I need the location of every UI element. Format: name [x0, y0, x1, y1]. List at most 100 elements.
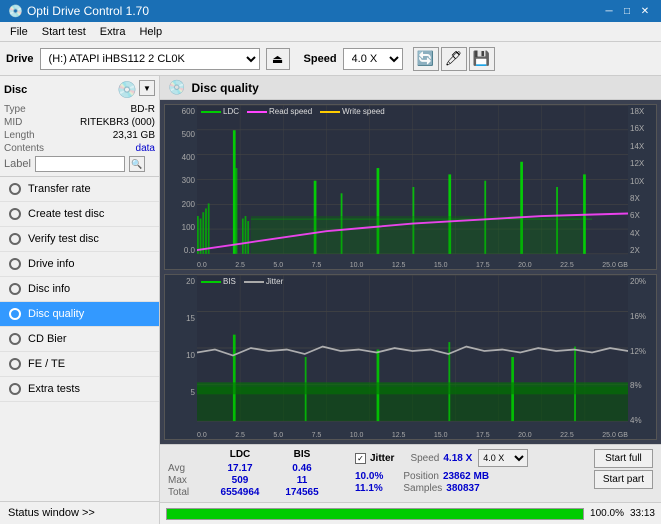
sidebar-item-create-test-disc[interactable]: Create test disc: [0, 202, 159, 227]
edit-button[interactable]: 🖊: [441, 47, 467, 71]
verify-test-disc-icon: [8, 232, 22, 246]
create-test-disc-icon: [8, 207, 22, 221]
write-speed-legend-dot: [320, 111, 340, 113]
drive-label: Drive: [6, 53, 34, 65]
speed-value: 4.18 X: [443, 453, 472, 464]
drive-select[interactable]: (H:) ATAPI iHBS112 2 CL0K: [40, 48, 260, 70]
save-button[interactable]: 💾: [469, 47, 495, 71]
jitter-legend-dot: [244, 281, 264, 283]
speed-label: Speed: [304, 53, 337, 65]
menu-extra[interactable]: Extra: [94, 24, 132, 40]
sidebar-item-verify-test-disc[interactable]: Verify test disc: [0, 227, 159, 252]
sidebar-item-extra-tests[interactable]: Extra tests: [0, 377, 159, 402]
start-full-button[interactable]: Start full: [594, 449, 653, 468]
minimize-button[interactable]: ─: [601, 3, 617, 19]
disc-quality-icon: [8, 307, 22, 321]
titlebar-controls: ─ □ ✕: [601, 3, 653, 19]
create-test-disc-label: Create test disc: [28, 208, 104, 220]
sidebar-item-disc-quality[interactable]: Disc quality: [0, 302, 159, 327]
disc-panel: Disc 💿 ▼ Type BD-R MID RITEKBR3 (000) Le…: [0, 76, 159, 177]
samples-row: Samples 380837: [403, 483, 489, 494]
disc-type-row: Type BD-R: [4, 104, 155, 115]
label-browse-button[interactable]: 🔍: [129, 156, 145, 172]
jitter-col-header: Jitter: [370, 453, 394, 464]
max-jitter: 11.1%: [355, 483, 383, 494]
menu-help[interactable]: Help: [133, 24, 168, 40]
bis-legend-dot: [201, 281, 221, 283]
disc-info-button[interactable]: ▼: [139, 80, 155, 96]
jitter-checkbox[interactable]: ✓: [355, 453, 366, 464]
drivebar: Drive (H:) ATAPI iHBS112 2 CL0K ⏏ Speed …: [0, 42, 661, 76]
contents-label: Contents: [4, 143, 44, 154]
chart-header: 💿 Disc quality: [160, 76, 661, 100]
ldc-col-header: LDC: [215, 449, 265, 460]
jitter-stats-rows: 10.0% 11.1% Position 23862 MB Samples 38…: [355, 471, 528, 494]
progress-bar-area: 100.0% 33:13: [160, 502, 661, 524]
disc-title: Disc: [4, 84, 27, 96]
sidebar-status: Status window >>: [0, 501, 159, 524]
jitter-legend: Jitter: [244, 277, 283, 286]
total-row: Total 6554964 174565: [168, 487, 327, 498]
bis-col-header: BIS: [277, 449, 327, 460]
avg-ldc: 17.17: [215, 463, 265, 474]
disc-mid-row: MID RITEKBR3 (000): [4, 117, 155, 128]
main-layout: Disc 💿 ▼ Type BD-R MID RITEKBR3 (000) Le…: [0, 76, 661, 524]
position-label: Position: [403, 471, 439, 482]
eject-button[interactable]: ⏏: [266, 48, 290, 70]
sidebar: Disc 💿 ▼ Type BD-R MID RITEKBR3 (000) Le…: [0, 76, 160, 524]
label-input[interactable]: [35, 156, 125, 172]
bis-legend-label: BIS: [223, 277, 236, 286]
app-icon: 💿: [8, 4, 23, 18]
top-chart: 600 500 400 300 200 100 0.0 LDC: [164, 104, 657, 270]
bis-legend: BIS: [201, 277, 236, 286]
sidebar-item-transfer-rate[interactable]: Transfer rate: [0, 177, 159, 202]
toolbar-buttons: 🔄 🖊 💾: [413, 47, 495, 71]
close-button[interactable]: ✕: [637, 3, 653, 19]
total-bis: 174565: [277, 487, 327, 498]
mid-value: RITEKBR3 (000): [80, 117, 155, 128]
speed-select[interactable]: 4.0 X: [343, 48, 403, 70]
menu-file[interactable]: File: [4, 24, 34, 40]
write-speed-legend: Write speed: [320, 107, 385, 116]
start-part-button[interactable]: Start part: [594, 470, 653, 489]
progress-percent: 100.0%: [590, 508, 624, 519]
sidebar-item-cd-bier[interactable]: CD Bier: [0, 327, 159, 352]
transfer-rate-label: Transfer rate: [28, 183, 91, 195]
drive-info-icon: [8, 257, 22, 271]
read-speed-legend-label: Read speed: [269, 107, 312, 116]
menu-start-test[interactable]: Start test: [36, 24, 92, 40]
refresh-button[interactable]: 🔄: [413, 47, 439, 71]
extra-tests-icon: [8, 382, 22, 396]
max-row: Max 509 11: [168, 475, 327, 486]
chart-icon: 💿: [168, 79, 185, 96]
bottom-chart-svg: [197, 275, 628, 439]
app-title: Opti Drive Control 1.70: [27, 4, 149, 18]
progress-time: 33:13: [630, 508, 655, 519]
top-chart-svg: [197, 105, 628, 269]
top-x-axis: 0.0 2.5 5.0 7.5 10.0 12.5 15.0 17.5 20.0…: [197, 262, 628, 269]
avg-bis: 0.46: [277, 463, 327, 474]
maximize-button[interactable]: □: [619, 3, 635, 19]
read-speed-legend-dot: [247, 111, 267, 113]
verify-test-disc-label: Verify test disc: [28, 233, 99, 245]
type-label: Type: [4, 104, 26, 115]
position-row: Position 23862 MB: [403, 471, 489, 482]
avg-label: Avg: [168, 463, 203, 474]
start-buttons: Start full Start part: [594, 449, 653, 489]
speed-unit-select[interactable]: 4.0 X: [478, 449, 528, 467]
status-window-button[interactable]: Status window >>: [0, 502, 159, 524]
chart-title: Disc quality: [191, 81, 258, 95]
drive-info-label: Drive info: [28, 258, 74, 270]
max-bis: 11: [277, 475, 327, 486]
bottom-chart-legend: BIS Jitter: [201, 277, 283, 286]
bottom-chart: 20 15 10 5 BIS Jitter: [164, 274, 657, 440]
sidebar-item-disc-info[interactable]: Disc info: [0, 277, 159, 302]
sidebar-item-drive-info[interactable]: Drive info: [0, 252, 159, 277]
max-ldc: 509: [215, 475, 265, 486]
nav-items: Transfer rate Create test disc Verify te…: [0, 177, 159, 501]
cd-bier-label: CD Bier: [28, 333, 67, 345]
write-speed-legend-label: Write speed: [342, 107, 385, 116]
avg-jitter: 10.0%: [355, 471, 383, 482]
sidebar-item-fe-te[interactable]: FE / TE: [0, 352, 159, 377]
top-chart-area: LDC Read speed Write speed: [197, 105, 628, 269]
